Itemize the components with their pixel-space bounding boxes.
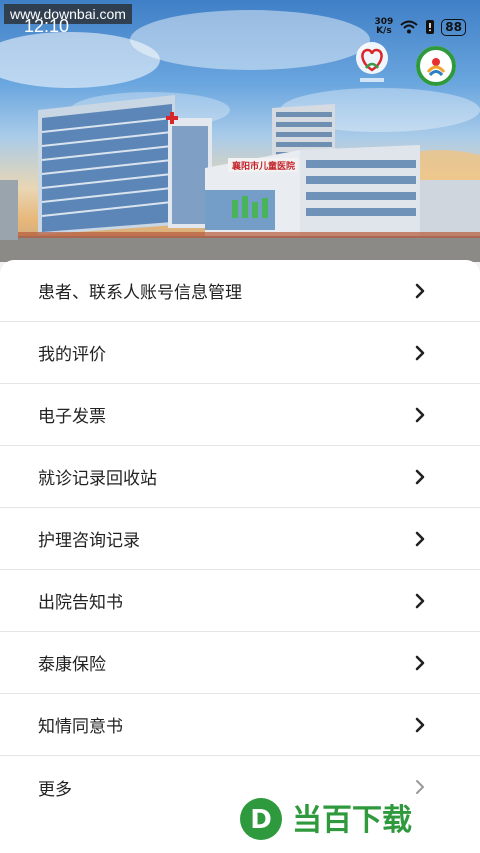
menu-item-visit-record-recycle-bin[interactable]: 就诊记录回收站 <box>0 446 480 508</box>
menu-item-label: 泰康保险 <box>38 655 106 675</box>
menu-item-label: 电子发票 <box>38 407 106 427</box>
menu-item-account-management[interactable]: 患者、联系人账号信息管理 <box>0 260 480 322</box>
chevron-right-icon <box>415 717 425 732</box>
building-sign: 襄阳市儿童医院 <box>231 160 295 172</box>
menu-item-informed-consent[interactable]: 知情同意书 <box>0 694 480 756</box>
hospital-banner: 襄阳市儿童医院 www.downbai.com 12:10 309 K/s 88 <box>0 0 480 262</box>
watermark-text: 当百下载 <box>292 803 412 838</box>
menu-item-label: 我的评价 <box>38 345 106 365</box>
menu-item-my-reviews[interactable]: 我的评价 <box>0 322 480 384</box>
status-icons: 309 K/s 88 <box>375 16 466 38</box>
network-speed-unit: K/s <box>376 26 392 36</box>
chevron-right-icon <box>415 345 425 360</box>
menu-item-label: 护理咨询记录 <box>38 531 140 551</box>
chevron-right-icon <box>415 531 425 546</box>
chevron-right-icon <box>415 593 425 608</box>
chevron-right-icon <box>415 469 425 484</box>
account-menu-card: 患者、联系人账号信息管理 我的评价 电子发票 就诊记录回收站 护理咨询记录 出院… <box>0 260 480 853</box>
hospital-building-illustration: 襄阳市儿童医院 <box>0 10 480 262</box>
menu-item-e-invoice[interactable]: 电子发票 <box>0 384 480 446</box>
wifi-icon <box>400 20 418 34</box>
association-logo-icon <box>416 46 456 86</box>
chevron-right-icon <box>415 655 425 670</box>
battery-level: 88 <box>441 18 466 36</box>
watermark-logo-letter: D <box>250 805 272 835</box>
chevron-right-icon <box>415 407 425 422</box>
menu-item-label: 就诊记录回收站 <box>38 469 157 489</box>
menu-item-taikang-insurance[interactable]: 泰康保险 <box>0 632 480 694</box>
menu-item-discharge-notice[interactable]: 出院告知书 <box>0 570 480 632</box>
menu-item-label: 患者、联系人账号信息管理 <box>38 283 242 303</box>
menu-item-label: 知情同意书 <box>38 717 123 737</box>
alert-icon <box>426 20 435 34</box>
menu-item-label: 出院告知书 <box>38 593 123 613</box>
chevron-right-icon <box>415 283 425 298</box>
network-speed: 309 K/s <box>375 18 394 36</box>
menu-item-nursing-consultation[interactable]: 护理咨询记录 <box>0 508 480 570</box>
menu-item-label: 更多 <box>38 779 72 800</box>
chevron-right-icon <box>416 780 424 794</box>
hospital-logo-icon <box>356 42 388 82</box>
status-time: 12:10 <box>24 16 70 36</box>
download-site-watermark: D 当百下载 <box>240 798 412 840</box>
